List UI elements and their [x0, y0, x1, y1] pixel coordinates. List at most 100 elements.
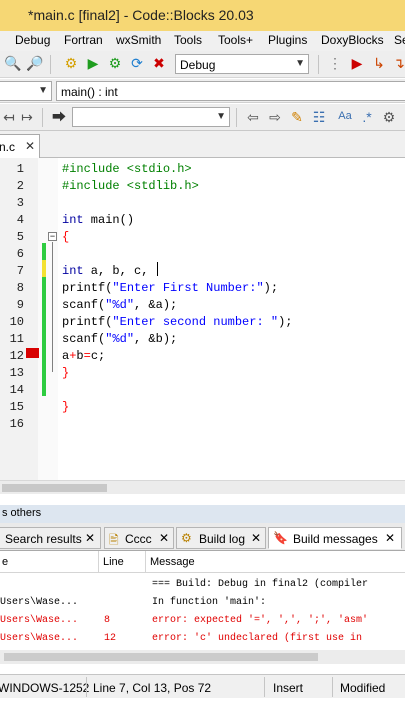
editor-horizontal-scrollbar[interactable] — [0, 480, 405, 494]
logs-panel-title: s others — [2, 507, 42, 519]
change-bar-unsaved — [42, 260, 46, 277]
menu-item-wxsmith[interactable]: wxSmith — [116, 33, 161, 47]
debug-menu-icon[interactable]: ⋮ — [326, 55, 344, 71]
debug-continue-icon[interactable]: ▶ — [348, 55, 366, 71]
line-number: 9 — [16, 298, 24, 312]
code-text: c; — [90, 349, 106, 363]
line-number: 16 — [9, 417, 24, 431]
code-line-1: #include <stdio.h> — [62, 162, 192, 176]
tab-search-results[interactable]: Search results ✕ — [0, 527, 101, 549]
search-input[interactable]: ▼ — [72, 107, 230, 127]
menu-item-debug[interactable]: Debug — [15, 33, 50, 47]
tab-build-log[interactable]: ⚙ Build log ✕ — [176, 527, 266, 549]
jump-forward-icon[interactable]: ↦ — [18, 109, 36, 125]
line-number: 12 — [9, 349, 24, 363]
toolbar-separator — [50, 55, 51, 74]
build-and-run-icon[interactable]: ⚙ — [106, 55, 124, 71]
row-file[interactable]: Users\Wase... — [0, 615, 78, 626]
tab-main-c[interactable]: n.c ✕ — [0, 134, 40, 158]
fold-toggle-icon[interactable]: − — [48, 232, 57, 241]
toolbar-separator — [236, 108, 237, 127]
regex-icon[interactable]: .* — [358, 109, 376, 125]
menu-item-fortran[interactable]: Fortran — [64, 33, 103, 47]
row-message[interactable]: error: 'c' undeclared (first use in — [152, 633, 362, 644]
tab-label: Build log — [199, 532, 246, 546]
change-bar — [42, 277, 46, 396]
status-modified: Modified — [340, 681, 386, 695]
match-case-icon[interactable]: Aa — [334, 108, 356, 124]
code-line-4: int main() — [62, 213, 134, 227]
toolbar-separator — [42, 108, 43, 127]
abort-icon[interactable]: ✖ — [150, 55, 168, 71]
row-line[interactable]: 8 — [104, 615, 110, 626]
line-number: 15 — [9, 400, 24, 414]
options-icon[interactable]: ⚙ — [380, 109, 398, 125]
column-label: Line — [103, 556, 124, 568]
toggle-bookmark-icon[interactable]: ⮕ — [50, 109, 68, 125]
chevron-down-icon: ▼ — [216, 111, 226, 122]
code-text: b — [76, 349, 84, 363]
code-line-12: a+b=c; — [62, 349, 105, 363]
next-line-icon[interactable]: ↴ — [390, 55, 405, 71]
row-file[interactable]: Users\Wase... — [0, 633, 78, 644]
menu-item-tools-plus[interactable]: Tools+ — [218, 33, 253, 47]
replace-icon[interactable]: 🔎 — [26, 55, 44, 71]
rebuild-icon[interactable]: ⟳ — [128, 55, 146, 71]
code-line-13: } — [62, 366, 70, 380]
tab-cccc[interactable]: 🖹 Cccc ✕ — [104, 527, 174, 549]
menu-item-doxyblocks[interactable]: DoxyBlocks — [321, 33, 384, 47]
close-icon[interactable]: ✕ — [251, 531, 261, 545]
change-bar — [42, 243, 46, 260]
status-cursor-position: Line 7, Col 13, Pos 72 — [93, 681, 212, 695]
status-bar: WINDOWS-1252 Line 7, Col 13, Pos 72 Inse… — [0, 674, 405, 698]
column-header-line[interactable]: Line — [99, 551, 146, 573]
editor-tab-strip: n.c ✕ — [0, 131, 405, 158]
close-icon[interactable]: ✕ — [85, 531, 95, 545]
keyword: int — [62, 213, 84, 227]
tab-build-messages[interactable]: 🔖 Build messages ✕ — [268, 527, 402, 549]
row-message[interactable]: error: expected '=', ',', ';', 'asm' — [152, 615, 368, 626]
line-number: 3 — [16, 196, 24, 210]
run-icon[interactable]: ▶ — [84, 55, 102, 71]
logs-horizontal-scrollbar[interactable] — [0, 650, 405, 664]
function-select[interactable]: main() : int — [56, 81, 405, 101]
close-icon[interactable]: ✕ — [385, 531, 395, 545]
line-number-gutter: 1 2 3 4 5 6 7 8 9 10 11 12 13 14 15 16 — [0, 158, 38, 480]
row-message: In function 'main': — [152, 597, 267, 608]
menu-item-plugins[interactable]: Plugins — [268, 33, 307, 47]
scrollbar-thumb[interactable] — [2, 484, 107, 492]
column-header-file[interactable]: e — [0, 551, 99, 573]
line-number: 11 — [9, 332, 24, 346]
code-completion-toolbar: ▼ main() : int — [0, 79, 405, 103]
code-line-8: printf("Enter First Number:"); — [62, 281, 278, 295]
menu-item-search-partial[interactable]: Se — [394, 33, 405, 47]
column-header-message[interactable]: Message — [146, 551, 405, 573]
code-line-10: printf("Enter second number: "); — [62, 315, 292, 329]
build-messages-table: e Line Message === Build: Debug in final… — [0, 551, 405, 655]
operator: = — [83, 349, 91, 363]
arrow-right-icon[interactable]: ⇨ — [266, 109, 284, 125]
arrow-left-icon[interactable]: ⇦ — [244, 109, 262, 125]
jump-back-icon[interactable]: ↤ — [0, 109, 18, 125]
status-divider — [86, 677, 87, 697]
code-text: a, b, c, — [83, 264, 149, 278]
build-target-select[interactable]: Debug ▼ — [175, 54, 309, 74]
close-icon[interactable]: ✕ — [159, 531, 169, 545]
build-gear-icon[interactable]: ⚙ — [62, 55, 80, 71]
row-line[interactable]: 12 — [104, 633, 116, 644]
selected-text-icon[interactable]: ☷ — [310, 109, 328, 125]
menu-item-tools[interactable]: Tools — [174, 33, 202, 47]
highlight-icon[interactable]: ✎ — [288, 109, 306, 125]
code-editor[interactable]: 1 2 3 4 5 6 7 8 9 10 11 12 13 14 15 16 −… — [0, 158, 405, 480]
scope-select[interactable]: ▼ — [0, 81, 52, 101]
line-number: 14 — [9, 383, 24, 397]
line-number: 13 — [9, 366, 24, 380]
tab-label: Build messages — [293, 532, 378, 546]
scrollbar-thumb[interactable] — [4, 653, 318, 661]
find-icon[interactable]: 🔍 — [4, 55, 22, 71]
close-icon[interactable]: ✕ — [25, 139, 35, 153]
line-number: 7 — [16, 264, 24, 278]
run-to-cursor-icon[interactable]: ↳ — [370, 55, 388, 71]
window-title: *main.c [final2] - Code::Blocks 20.03 — [28, 7, 254, 23]
main-toolbar: 🔍 🔎 ⚙ ▶ ⚙ ⟳ ✖ Debug ▼ ⋮ ▶ ↳ ↴ — [0, 51, 405, 78]
